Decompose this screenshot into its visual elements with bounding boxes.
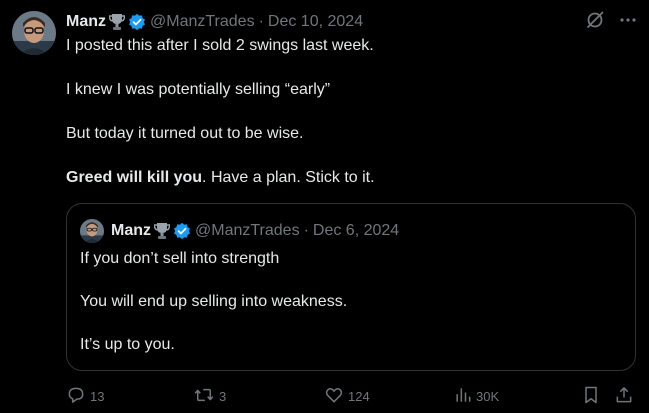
quote-paragraph: If you don’t sell into strength (80, 250, 280, 267)
tweet-bold-text: Greed will kill you (66, 169, 203, 186)
quote-text: If you don’t sell into strength You will… (80, 249, 620, 355)
author-name[interactable]: Manz (66, 13, 106, 31)
like-count: 124 (348, 389, 370, 404)
more-icon[interactable] (619, 11, 637, 29)
trophy-emoji-icon (154, 222, 170, 240)
tweet-paragraph: But today it turned out to be wise. (66, 125, 304, 142)
repost-count: 3 (219, 389, 227, 404)
author-handle[interactable]: @ManzTrades (150, 13, 255, 31)
trophy-emoji-icon (109, 13, 125, 31)
tweet-paragraph: I posted this after I sold 2 swings last… (66, 37, 374, 54)
quote-date: Dec 6, 2024 (312, 222, 400, 239)
views-count: 30K (476, 389, 500, 404)
author-avatar[interactable] (12, 11, 56, 55)
tweet-top-actions (585, 10, 637, 30)
quoted-tweet[interactable]: Manz @ManzTrades · Dec 6, 2024 If you do… (66, 203, 636, 371)
quote-author-avatar[interactable] (80, 219, 104, 243)
tweet-paragraph: I knew I was potentially selling “early” (66, 81, 331, 98)
quote-author-name: Manz (111, 222, 151, 239)
like-button[interactable]: 124 (324, 385, 370, 408)
repost-button[interactable]: 3 (193, 385, 226, 408)
quote-header: Manz @ManzTrades · Dec 6, 2024 (111, 220, 399, 242)
tweet-actions: 13 3 124 30K (0, 385, 649, 409)
repost-icon (193, 385, 219, 408)
reply-button[interactable]: 13 (66, 385, 104, 408)
separator-dot: · (303, 222, 309, 239)
reply-count: 13 (90, 389, 105, 404)
share-icon (614, 385, 634, 410)
verified-badge-icon (173, 222, 191, 240)
verified-badge-icon (128, 13, 146, 31)
quote-paragraph: It’s up to you. (80, 336, 175, 353)
reply-icon (66, 385, 90, 408)
quote-paragraph: You will end up selling into weakness. (80, 293, 348, 310)
tweet-paragraph: Greed will kill you. Have a plan. Stick … (66, 168, 636, 188)
share-button[interactable] (614, 385, 634, 410)
tweet-text-rest: . Have a plan. Stick to it. (202, 169, 375, 186)
bookmark-button[interactable] (582, 385, 600, 410)
bookmark-icon (582, 385, 600, 410)
views-button[interactable]: 30K (454, 385, 499, 408)
grok-icon[interactable] (585, 10, 605, 30)
views-icon (454, 385, 476, 408)
like-icon (324, 385, 348, 408)
tweet-header: Manz @ManzTrades · Dec 10, 2024 (66, 11, 363, 33)
quote-author-handle: @ManzTrades (195, 222, 300, 239)
separator-dot: · (258, 13, 264, 30)
tweet-date[interactable]: Dec 10, 2024 (268, 13, 363, 31)
tweet-text: I posted this after I sold 2 swings last… (66, 36, 636, 188)
